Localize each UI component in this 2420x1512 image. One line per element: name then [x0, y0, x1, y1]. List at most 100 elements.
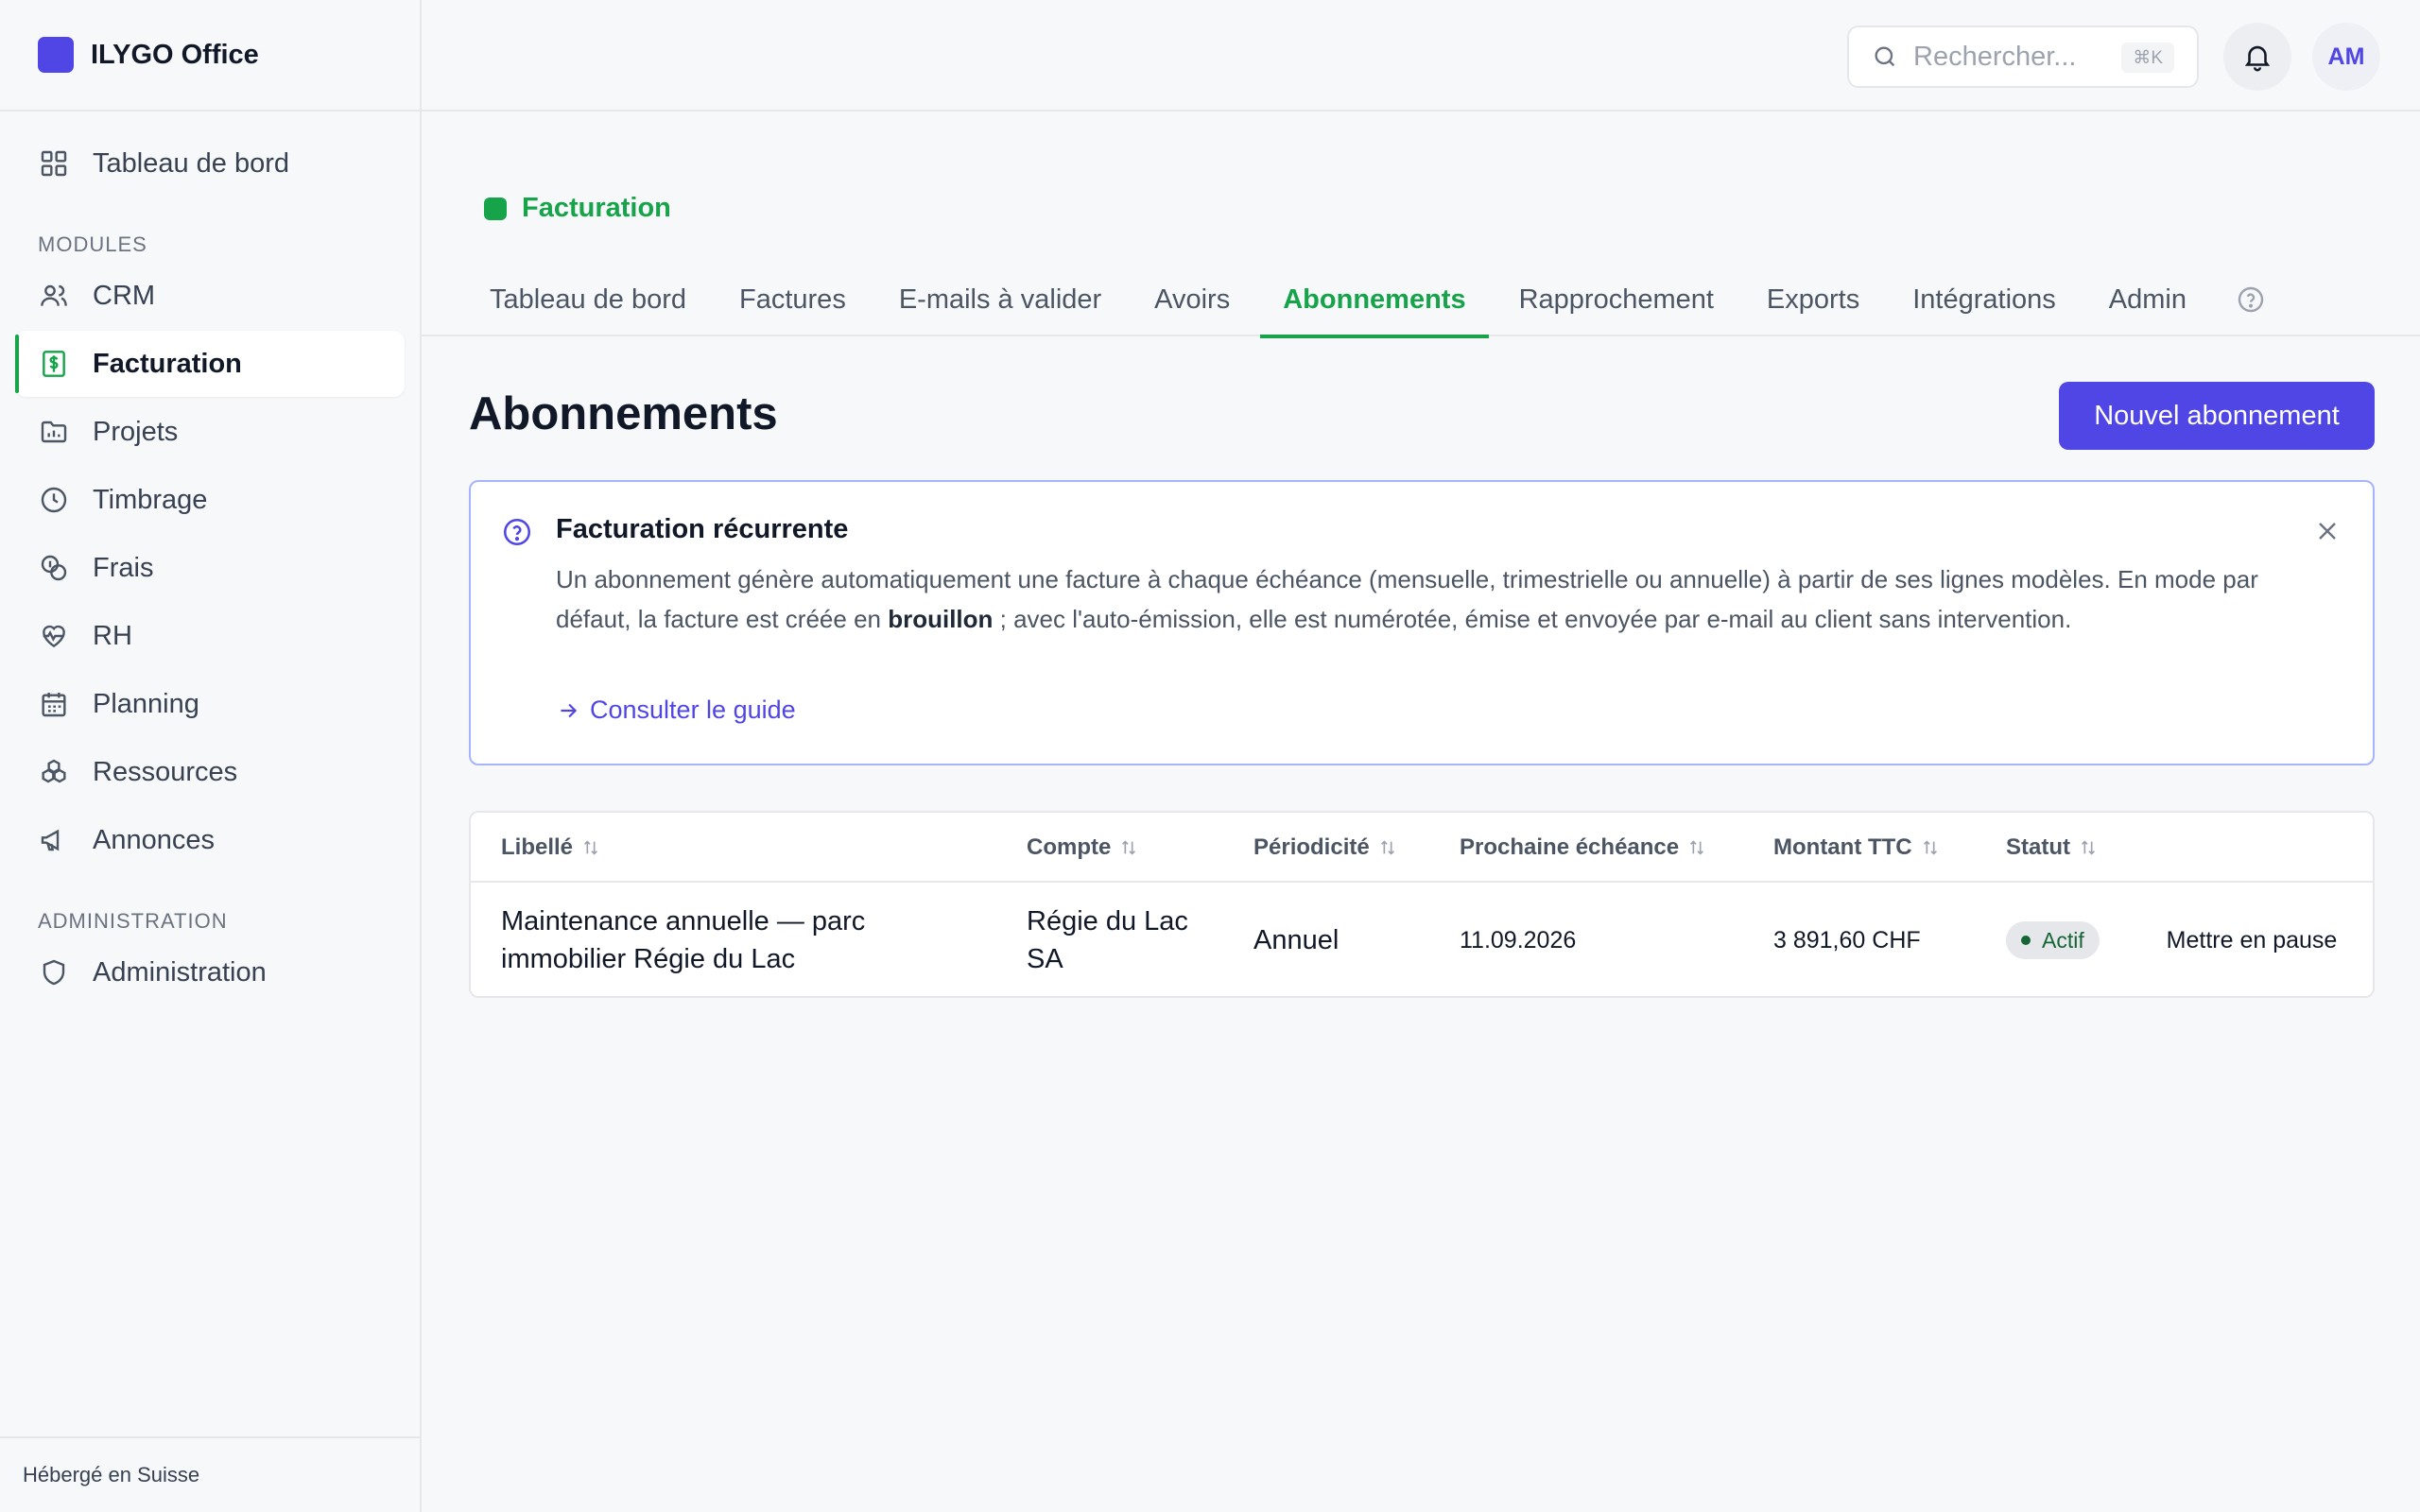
cell-statut: Actif [2006, 883, 2100, 996]
column-label: Montant TTC [1773, 834, 1912, 860]
heart-pulse-icon [38, 620, 70, 652]
guide-link-label: Consulter le guide [590, 696, 796, 724]
sidebar-item-planning[interactable]: Planning [15, 671, 405, 737]
sidebar-item-label: RH [93, 620, 132, 651]
info-title: Facturation récurrente [556, 514, 849, 544]
clock-icon [38, 484, 70, 516]
bell-icon [2244, 45, 2271, 72]
boxes-icon [38, 756, 70, 788]
info-text-end: ; avec l'auto-émission, elle est numérot… [993, 605, 2072, 633]
sidebar-item-rh[interactable]: RH [15, 603, 405, 669]
search-icon [1875, 46, 1895, 67]
tab-integrations[interactable]: Intégrations [1890, 263, 2079, 336]
search-input[interactable] [1913, 41, 2121, 73]
brand-name: ILYGO Office [91, 39, 259, 70]
tab-tableau-de-bord[interactable]: Tableau de bord [467, 263, 709, 336]
topbar: ⌘K AM [422, 0, 2420, 112]
sort-icon [2081, 840, 2096, 855]
tab-factures[interactable]: Factures [717, 263, 869, 336]
column-header-periodicite[interactable]: Périodicité [1253, 813, 1398, 883]
module-title: Facturation [484, 193, 671, 224]
sort-icon [1122, 840, 1136, 855]
arrow-right-icon [561, 703, 578, 717]
info-text-bold: brouillon [888, 605, 994, 633]
column-header-prochaine-echeance[interactable]: Prochaine échéance [1460, 813, 1707, 883]
avatar[interactable]: AM [2312, 23, 2380, 91]
sidebar-footer: Hébergé en Suisse [0, 1436, 420, 1512]
cell-libelle: Maintenance annuelle — parc immobilier R… [501, 906, 866, 974]
tab-exports[interactable]: Exports [1744, 263, 1882, 336]
sidebar-item-annonces[interactable]: Annonces [15, 807, 405, 873]
column-header-compte[interactable]: Compte [1027, 813, 1139, 883]
sidebar-item-label: Projets [93, 416, 179, 447]
sidebar-item-administration[interactable]: Administration [15, 939, 405, 1005]
notifications-button[interactable] [2223, 23, 2291, 91]
sidebar-item-crm[interactable]: CRM [15, 263, 405, 329]
table-header: Libellé Compte Périodicité Prochaine éch… [471, 813, 2373, 883]
guide-link[interactable]: Consulter le guide [556, 696, 796, 725]
page-title: Abonnements [469, 388, 778, 439]
module-title-label: Facturation [522, 193, 671, 223]
column-header-statut[interactable]: Statut [2006, 813, 2099, 883]
cell-montant-ttc: 3 891,60 CHF [1773, 926, 1921, 954]
invoice-dollar-icon [38, 348, 70, 380]
sidebar-item-projets[interactable]: Projets [15, 399, 405, 465]
help-button[interactable] [2217, 263, 2266, 336]
sort-icon [1380, 840, 1394, 855]
cell-prochaine-echeance: 11.09.2026 [1460, 926, 1577, 954]
search-shortcut-badge: ⌘K [2121, 43, 2174, 73]
module-tabs: Tableau de bord Factures E-mails à valid… [467, 263, 2266, 338]
module-header: Facturation Tableau de bord Factures E-m… [422, 112, 2420, 338]
sidebar-item-label: Facturation [93, 348, 242, 379]
tab-abonnements[interactable]: Abonnements [1260, 263, 1489, 338]
column-header-montant-ttc[interactable]: Montant TTC [1773, 813, 1941, 883]
tab-emails-a-valider[interactable]: E-mails à valider [876, 263, 1124, 336]
info-banner: Facturation récurrente Un abonnement gén… [469, 480, 2375, 765]
column-label: Statut [2006, 834, 2070, 860]
nav-section-modules: MODULES [38, 232, 147, 256]
tab-avoirs[interactable]: Avoirs [1132, 263, 1253, 336]
module-color-icon [484, 197, 507, 220]
tab-rapprochement[interactable]: Rapprochement [1496, 263, 1737, 336]
sidebar-nav: Tableau de bord MODULES CRM Facturation … [0, 112, 420, 1005]
column-label: Périodicité [1253, 834, 1370, 860]
column-label: Compte [1027, 834, 1112, 860]
cell-periodicite: Annuel [1253, 924, 1340, 955]
status-dot-icon [2021, 936, 2031, 945]
sidebar-item-label: Ressources [93, 756, 238, 787]
column-header-libelle[interactable]: Libellé [501, 813, 601, 883]
pause-subscription-button[interactable]: Mettre en pause [2157, 883, 2346, 996]
help-circle-icon [503, 518, 531, 546]
status-label: Actif [2042, 927, 2084, 953]
subscriptions-table: Libellé Compte Périodicité Prochaine éch… [469, 811, 2375, 998]
shield-icon [38, 956, 70, 988]
sidebar-item-label: Tableau de bord [93, 147, 289, 179]
sidebar-item-dashboard[interactable]: Tableau de bord [15, 130, 405, 197]
sidebar: ILYGO Office Tableau de bord MODULES CRM… [0, 0, 422, 1512]
search-box[interactable]: ⌘K [1847, 26, 2199, 88]
column-label: Libellé [501, 834, 574, 860]
brand[interactable]: ILYGO Office [0, 0, 420, 112]
tab-admin[interactable]: Admin [2086, 263, 2209, 336]
close-icon[interactable] [2312, 516, 2342, 546]
coins-icon [38, 552, 70, 584]
grid-icon [38, 147, 70, 180]
status-badge: Actif [2006, 921, 2100, 959]
help-circle-icon [2238, 286, 2264, 313]
sidebar-item-label: Planning [93, 688, 199, 719]
users-icon [38, 280, 70, 312]
sidebar-item-label: Administration [93, 956, 267, 988]
info-text: Un abonnement génère automatiquement une… [556, 559, 2314, 639]
sort-icon [1690, 840, 1704, 855]
sidebar-item-frais[interactable]: Frais [15, 535, 405, 601]
new-subscription-button[interactable]: Nouvel abonnement [2059, 382, 2375, 450]
sidebar-item-label: Frais [93, 552, 154, 583]
sidebar-item-timbrage[interactable]: Timbrage [15, 467, 405, 533]
sort-icon [1923, 840, 1937, 855]
sidebar-item-ressources[interactable]: Ressources [15, 739, 405, 805]
sidebar-item-facturation[interactable]: Facturation [15, 331, 405, 397]
brand-logo-icon [38, 37, 74, 73]
table-row[interactable]: Maintenance annuelle — parc immobilier R… [471, 883, 2373, 996]
column-label: Prochaine échéance [1460, 834, 1680, 860]
calendar-icon [38, 688, 70, 720]
